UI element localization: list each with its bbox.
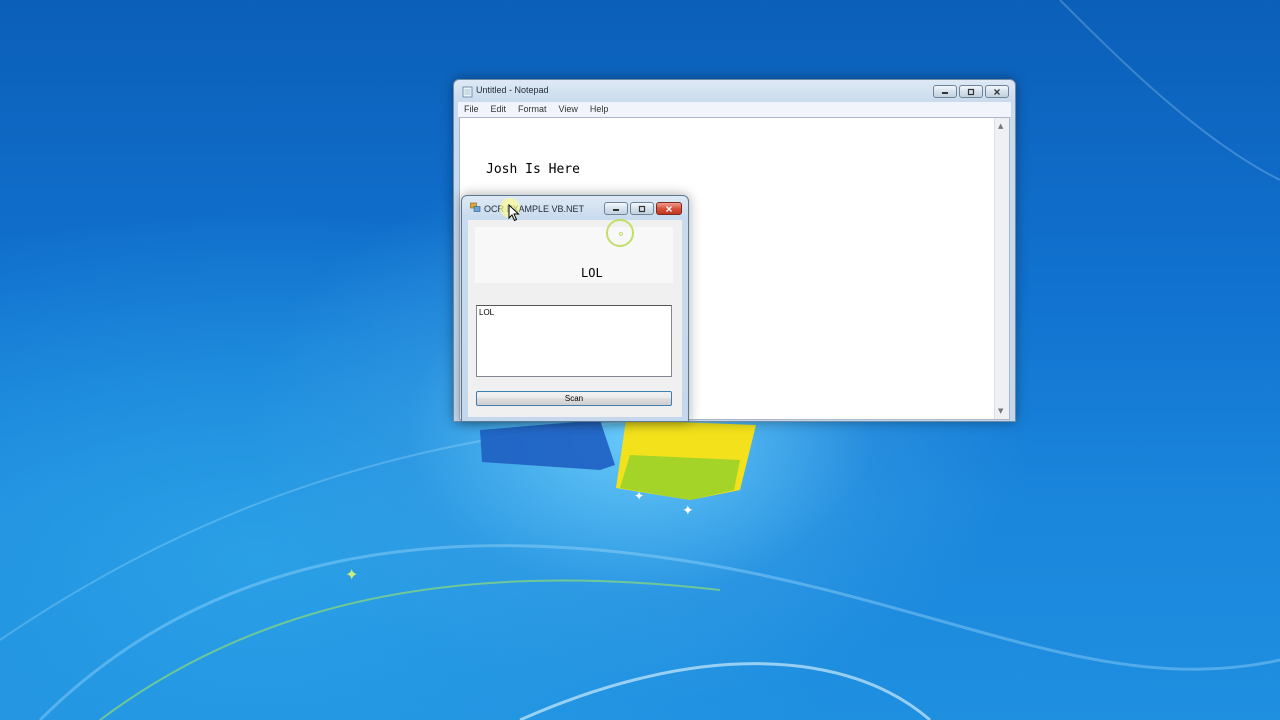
click-indicator-dot: [619, 232, 623, 236]
menu-help[interactable]: Help: [584, 102, 615, 117]
close-icon: [994, 88, 1000, 95]
app-icon: [470, 202, 481, 212]
notepad-maximize-button[interactable]: [959, 85, 983, 98]
scroll-down-icon[interactable]: ▼: [998, 407, 1003, 415]
ocr-minimize-button[interactable]: [604, 202, 628, 215]
mouse-cursor-icon: [508, 204, 520, 222]
notepad-close-button[interactable]: [985, 85, 1009, 98]
menu-file[interactable]: File: [458, 102, 485, 117]
ocr-maximize-button[interactable]: [630, 202, 654, 215]
click-indicator: [606, 219, 634, 247]
scroll-up-icon[interactable]: ▲: [998, 122, 1003, 130]
ocr-titlebar[interactable]: OCR EXAMPLE VB.NET: [462, 196, 688, 220]
notepad-content: Josh Is Here: [486, 162, 580, 177]
scan-button[interactable]: Scan: [476, 391, 672, 406]
minimize-icon: [613, 208, 619, 211]
ocr-close-button[interactable]: [656, 202, 682, 215]
menu-view[interactable]: View: [553, 102, 584, 117]
notepad-vertical-scrollbar[interactable]: ▲ ▼: [994, 118, 1009, 419]
minimize-icon: [942, 91, 948, 94]
ocr-result-textbox[interactable]: LOL: [476, 305, 672, 377]
svg-text:✦: ✦: [345, 565, 358, 584]
maximize-icon: [638, 205, 646, 212]
notepad-caption-buttons: [933, 85, 1009, 98]
close-icon: [666, 205, 672, 212]
svg-text:✦: ✦: [634, 489, 644, 503]
svg-text:✦: ✦: [682, 503, 694, 519]
screen-capture-picturebox: LOL: [475, 227, 673, 283]
notepad-minimize-button[interactable]: [933, 85, 957, 98]
notepad-icon: [462, 86, 473, 98]
ocr-caption-buttons: [604, 202, 682, 215]
maximize-icon: [967, 88, 975, 95]
ocr-result-text: LOL: [479, 308, 495, 317]
menu-edit[interactable]: Edit: [485, 102, 513, 117]
captured-text: LOL: [581, 266, 603, 280]
notepad-title: Untitled - Notepad: [476, 85, 549, 95]
notepad-menubar: File Edit Format View Help: [458, 102, 1011, 117]
menu-format[interactable]: Format: [512, 102, 553, 117]
ocr-title: OCR EXAMPLE VB.NET: [484, 204, 585, 214]
notepad-titlebar[interactable]: Untitled - Notepad: [454, 80, 1015, 104]
ocr-form-body: LOL LOL Scan: [468, 220, 682, 417]
ocr-app-window[interactable]: OCR EXAMPLE VB.NET LOL LOL Scan: [461, 195, 689, 422]
